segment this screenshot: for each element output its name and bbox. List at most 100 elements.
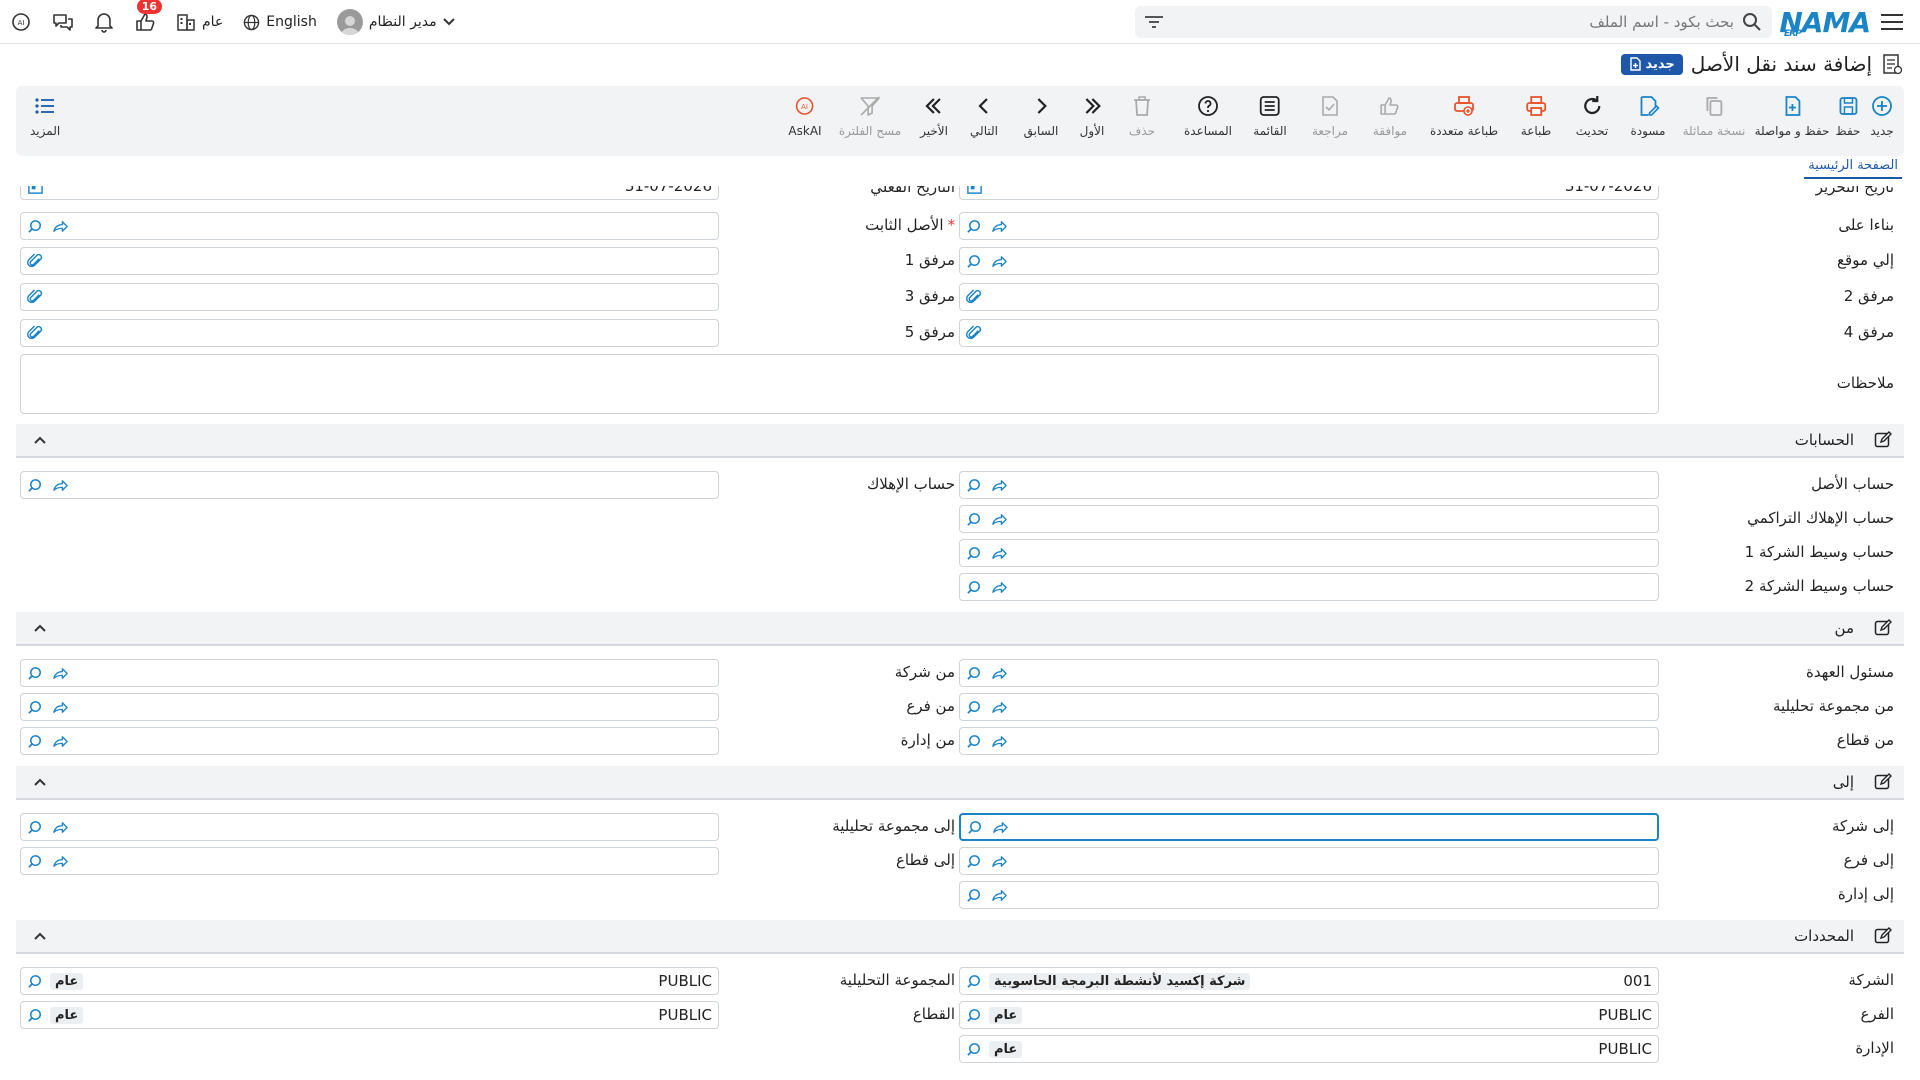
refresh-button[interactable]: تحديث — [1576, 94, 1608, 138]
to-analytic-group-field[interactable] — [20, 813, 719, 841]
clear-filter-button[interactable]: مسح الفلترة — [839, 94, 901, 138]
asset-account-field[interactable] — [959, 471, 1659, 499]
search-icon[interactable] — [27, 1007, 44, 1024]
search-icon[interactable] — [27, 218, 44, 235]
search-icon[interactable] — [27, 477, 44, 494]
from-section-header[interactable]: من — [16, 612, 1904, 646]
search-icon[interactable] — [966, 887, 983, 904]
share-icon[interactable] — [52, 853, 69, 870]
search-icon[interactable] — [966, 853, 983, 870]
share-icon[interactable] — [991, 853, 1008, 870]
search-icon[interactable] — [966, 665, 983, 682]
new-button[interactable]: جديد — [1870, 94, 1894, 138]
calendar-icon[interactable] — [966, 186, 983, 195]
search-icon[interactable] — [966, 511, 983, 528]
menu-button[interactable] — [1878, 0, 1906, 44]
chevron-up-icon[interactable] — [34, 624, 46, 632]
company-intermediate-1-field[interactable] — [959, 539, 1659, 567]
paperclip-icon[interactable] — [27, 252, 44, 270]
department-field[interactable]: PUBLIC عام — [959, 1035, 1659, 1063]
from-company-field[interactable] — [20, 659, 719, 687]
last-record-button[interactable]: الأخير — [920, 94, 948, 138]
to-branch-field[interactable] — [959, 847, 1659, 875]
from-branch-field[interactable] — [20, 693, 719, 721]
search-icon[interactable] — [966, 579, 983, 596]
review-button[interactable]: مراجعة — [1312, 94, 1348, 138]
first-record-button[interactable]: الأول — [1080, 94, 1104, 138]
accumulated-depreciation-field[interactable] — [959, 505, 1659, 533]
chevron-up-icon[interactable] — [34, 778, 46, 786]
notifications-button[interactable] — [94, 11, 114, 33]
share-icon[interactable] — [991, 887, 1008, 904]
custodian-field[interactable] — [959, 659, 1659, 687]
calendar-icon[interactable] — [27, 186, 44, 195]
search-icon[interactable] — [27, 699, 44, 716]
delete-button[interactable]: حذف — [1129, 94, 1155, 138]
chevron-up-icon[interactable] — [34, 932, 46, 940]
print-button[interactable]: طباعة — [1521, 94, 1551, 138]
attachment-1-field[interactable] — [20, 247, 719, 275]
share-icon[interactable] — [52, 477, 69, 494]
company-field[interactable]: 001 شركة إكسيد لأنشطة البرمجة الحاسوبية — [959, 967, 1659, 995]
paperclip-icon[interactable] — [27, 288, 44, 306]
fixed-asset-field[interactable] — [20, 212, 719, 240]
filter-icon[interactable] — [1145, 15, 1163, 29]
tab-main[interactable]: الصفحة الرئيسية — [1804, 158, 1902, 179]
list-button[interactable]: القائمة — [1253, 94, 1287, 138]
edit-date-field[interactable]: 31-07-2026 — [959, 186, 1659, 200]
accounts-section-header[interactable]: الحسابات — [16, 424, 1904, 458]
depreciation-account-field[interactable] — [20, 471, 719, 499]
to-sector-field[interactable] — [20, 847, 719, 875]
share-icon[interactable] — [991, 579, 1008, 596]
search-icon[interactable] — [27, 973, 44, 990]
approve-button[interactable]: موافقة — [1373, 94, 1407, 138]
paperclip-icon[interactable] — [966, 288, 983, 306]
language-switcher[interactable]: English — [243, 14, 317, 31]
sector-field[interactable]: PUBLIC عام — [20, 1001, 719, 1029]
askai-button[interactable]: AI AskAI — [788, 94, 822, 138]
share-icon[interactable] — [991, 218, 1008, 235]
actual-date-field[interactable]: 31-07-2026 — [20, 186, 719, 200]
search-icon[interactable] — [1742, 12, 1762, 32]
share-icon[interactable] — [991, 253, 1008, 270]
duplicate-button[interactable]: نسخة مماثلة — [1683, 94, 1745, 138]
search-icon[interactable] — [966, 218, 983, 235]
search-icon[interactable] — [27, 819, 44, 836]
approvals-button[interactable]: 16 — [134, 0, 162, 33]
share-icon[interactable] — [52, 218, 69, 235]
messages-button[interactable] — [52, 12, 74, 32]
search-icon[interactable] — [27, 665, 44, 682]
attachment-3-field[interactable] — [20, 283, 719, 311]
share-icon[interactable] — [991, 545, 1008, 562]
company-intermediate-2-field[interactable] — [959, 573, 1659, 601]
paperclip-icon[interactable] — [966, 324, 983, 342]
previous-record-button[interactable]: السابق — [1024, 94, 1058, 138]
search-icon[interactable] — [966, 253, 983, 270]
draft-button[interactable]: مسودة — [1631, 94, 1665, 138]
from-analytic-group-field[interactable] — [959, 693, 1659, 721]
attachment-2-field[interactable] — [959, 283, 1659, 311]
to-section-header[interactable]: إلى — [16, 766, 1904, 800]
to-department-field[interactable] — [959, 881, 1659, 909]
share-icon[interactable] — [992, 819, 1009, 836]
search-icon[interactable] — [966, 545, 983, 562]
from-sector-field[interactable] — [959, 727, 1659, 755]
multi-print-button[interactable]: طباعة متعددة — [1430, 94, 1498, 138]
user-menu[interactable]: مدير النظام — [336, 9, 455, 35]
analytic-group-field[interactable]: PUBLIC عام — [20, 967, 719, 995]
share-icon[interactable] — [52, 819, 69, 836]
notes-textarea[interactable] — [20, 354, 1659, 414]
search-icon[interactable] — [967, 819, 984, 836]
search-icon[interactable] — [27, 853, 44, 870]
to-company-field[interactable] — [959, 813, 1659, 841]
share-icon[interactable] — [991, 477, 1008, 494]
search-icon[interactable] — [966, 1041, 983, 1058]
search-icon[interactable] — [966, 733, 983, 750]
share-icon[interactable] — [991, 511, 1008, 528]
from-department-field[interactable] — [20, 727, 719, 755]
ai-assistant-button[interactable]: AI — [10, 11, 32, 33]
based-on-field[interactable] — [959, 212, 1659, 240]
share-icon[interactable] — [991, 733, 1008, 750]
determinants-section-header[interactable]: المحددات — [16, 920, 1904, 954]
nama-logo[interactable]: NAMA ERP — [1779, 2, 1871, 42]
